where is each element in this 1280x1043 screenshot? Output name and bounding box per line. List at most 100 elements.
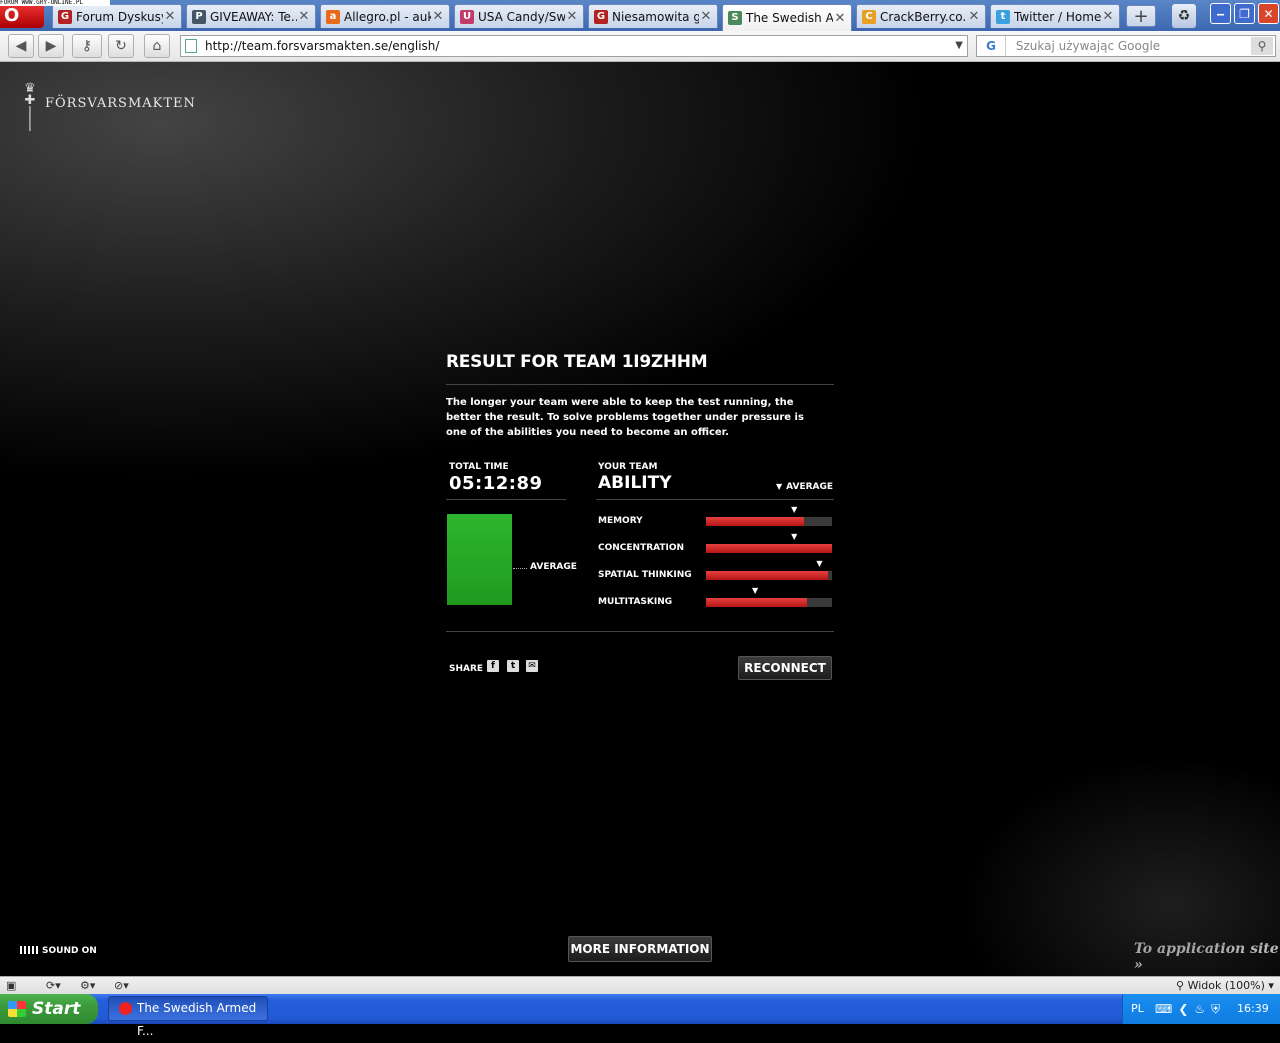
ability-label: SPATIAL THINKING bbox=[598, 570, 692, 580]
tab-list: GForum Dyskusy...✕PGIVEAWAY: Te...✕aAlle… bbox=[52, 4, 1124, 31]
mail-icon[interactable]: ✉ bbox=[526, 660, 538, 672]
zoom-label: Widok (100%) bbox=[1187, 979, 1265, 992]
clock: 16:39 bbox=[1237, 1002, 1269, 1015]
sound-toggle[interactable]: SOUND ON bbox=[20, 946, 97, 956]
taskbar: Start The Swedish Armed F... PL ⌨❮♨⛨ 16:… bbox=[0, 994, 1280, 1038]
tab-favicon-icon: U bbox=[460, 9, 474, 24]
opera-icon bbox=[119, 1002, 132, 1015]
forsvarsmakten-logo[interactable]: ♛ ✚ ❘ ❘ FÖRSVARSMAKTEN bbox=[20, 81, 200, 143]
chevron-down-icon[interactable]: ▼ bbox=[955, 36, 963, 56]
tab-7[interactable]: t Twitter / Home ✕ bbox=[990, 4, 1120, 28]
restore-button[interactable]: ❐ bbox=[1234, 3, 1255, 24]
tab-3[interactable]: U USA Candy/Sw...✕ bbox=[454, 4, 584, 28]
close-tab-icon[interactable]: ✕ bbox=[1101, 9, 1115, 24]
reconnect-button[interactable]: RECONNECT bbox=[738, 656, 832, 680]
ability-label: CONCENTRATION bbox=[598, 543, 685, 553]
crest-icon: ♛ ✚ ❘ ❘ bbox=[24, 81, 36, 132]
sync-icon[interactable]: ⟳▾ bbox=[46, 978, 61, 993]
tab-title: Twitter / Home bbox=[1014, 9, 1101, 24]
sound-label: SOUND ON bbox=[42, 946, 97, 956]
key-icon[interactable]: ⚷ bbox=[72, 34, 102, 58]
status-bar: ▣ ⟳▾ ⚙▾ ⊘▾ ⚲ Widok (100%) ▾ bbox=[0, 976, 1280, 995]
sound-icon bbox=[20, 946, 38, 954]
tab-favicon-icon: t bbox=[996, 9, 1010, 24]
result-description: The longer your team were able to keep t… bbox=[446, 397, 804, 438]
google-icon[interactable]: G bbox=[977, 36, 1006, 56]
close-tab-icon[interactable]: ✕ bbox=[967, 9, 981, 24]
share-label: SHARE bbox=[449, 664, 484, 674]
more-information-button[interactable]: MORE INFORMATION bbox=[568, 936, 712, 962]
facebook-icon[interactable]: f bbox=[487, 660, 499, 672]
ability-bar-fill bbox=[706, 571, 829, 580]
close-tab-icon[interactable]: ✕ bbox=[297, 9, 311, 24]
tab-strip: O GForum Dyskusy...✕PGIVEAWAY: Te...✕aAl… bbox=[0, 0, 1280, 31]
tab-0[interactable]: G Forum Dyskusy...✕ bbox=[52, 4, 182, 28]
average-label: AVERAGE bbox=[530, 562, 577, 572]
total-time-value: 05:12:89 bbox=[449, 473, 543, 494]
search-field[interactable]: G Szukaj używając Google ⚲ bbox=[976, 35, 1276, 57]
ability-bar-fill bbox=[706, 598, 807, 607]
minimize-button[interactable]: ‒ bbox=[1210, 3, 1231, 24]
address-url: http://team.forsvarsmakten.se/english/ bbox=[205, 39, 440, 53]
top-status-text: FORUM WWW.GRY-ONLINE.PL bbox=[0, 0, 110, 6]
trash-icon[interactable]: ♻ bbox=[1172, 4, 1196, 28]
ability-row: SPATIAL THINKING ▼ bbox=[598, 559, 834, 581]
average-marker-icon: ▼ bbox=[752, 586, 759, 595]
tab-5[interactable]: S The Swedish A...✕ bbox=[722, 4, 852, 31]
tray-icons[interactable]: ⌨❮♨⛨ bbox=[1155, 1002, 1226, 1017]
search-icon[interactable]: ⚲ bbox=[1251, 37, 1273, 55]
divider bbox=[596, 499, 834, 500]
close-tab-icon[interactable]: ✕ bbox=[699, 9, 713, 24]
ability-bar-fill bbox=[706, 517, 805, 526]
close-tab-icon[interactable]: ✕ bbox=[833, 11, 847, 26]
reload-button[interactable]: ↻ bbox=[108, 34, 134, 58]
start-button[interactable]: Start bbox=[0, 994, 98, 1024]
logo-text: FÖRSVARSMAKTEN bbox=[45, 96, 196, 111]
opera-menu-button[interactable]: O bbox=[0, 4, 44, 28]
navigation-bar: ◀ ▶ ⚷ ↻ ⌂ http://team.forsvarsmakten.se/… bbox=[0, 31, 1280, 62]
taskbar-item-opera[interactable]: The Swedish Armed F... bbox=[108, 996, 268, 1038]
tab-title: GIVEAWAY: Te... bbox=[210, 9, 297, 24]
home-button[interactable]: ⌂ bbox=[144, 34, 170, 58]
forward-button[interactable]: ▶ bbox=[38, 34, 64, 58]
tab-1[interactable]: P GIVEAWAY: Te... ✕ bbox=[186, 4, 316, 28]
average-marker-line bbox=[513, 568, 527, 569]
total-time-bar bbox=[447, 514, 512, 605]
tab-favicon-icon: C bbox=[862, 9, 876, 24]
new-tab-button[interactable]: + bbox=[1126, 5, 1156, 27]
windows-flag-icon bbox=[8, 1001, 26, 1017]
zoom-indicator[interactable]: ⚲ Widok (100%) ▾ bbox=[1176, 978, 1274, 993]
tab-favicon-icon: a bbox=[326, 9, 340, 24]
tab-title: USA Candy/Sw... bbox=[478, 9, 565, 24]
average-legend: ▼ AVERAGE bbox=[776, 482, 833, 492]
tab-4[interactable]: G Niesamowita gr...✕ bbox=[588, 4, 718, 28]
tab-favicon-icon: P bbox=[192, 9, 206, 24]
ability-heading: ABILITY bbox=[598, 473, 672, 493]
tab-2[interactable]: a Allegro.pl - auk...✕ bbox=[320, 4, 450, 28]
application-site-link[interactable]: To application site » bbox=[1134, 941, 1280, 973]
tab-title: Niesamowita gr... bbox=[612, 9, 699, 24]
close-window-button[interactable]: ✕ bbox=[1258, 3, 1279, 24]
divider bbox=[446, 631, 834, 632]
tab-6[interactable]: C CrackBerry.co... ✕ bbox=[856, 4, 986, 28]
panel-toggle-icon[interactable]: ▣ bbox=[6, 978, 16, 993]
search-placeholder: Szukaj używając Google bbox=[1015, 39, 1161, 53]
tab-favicon-icon: S bbox=[728, 11, 742, 25]
close-tab-icon[interactable]: ✕ bbox=[163, 9, 177, 24]
twitter-icon[interactable]: t bbox=[507, 660, 519, 672]
ability-bar-track: ▼ bbox=[706, 505, 832, 526]
network-icon[interactable]: ⚙▾ bbox=[80, 978, 95, 993]
language-indicator[interactable]: PL bbox=[1131, 1002, 1144, 1015]
close-tab-icon[interactable]: ✕ bbox=[431, 9, 445, 24]
tab-title: CrackBerry.co... bbox=[880, 9, 967, 24]
tab-title: Forum Dyskusy... bbox=[76, 9, 163, 24]
settings-icon[interactable]: ⊘▾ bbox=[114, 978, 129, 993]
ability-bar-fill bbox=[706, 544, 832, 553]
zoom-icon: ⚲ bbox=[1176, 979, 1188, 992]
address-bar[interactable]: http://team.forsvarsmakten.se/english/ ▼ bbox=[180, 35, 968, 57]
ability-row: MULTITASKING ▼ bbox=[598, 586, 834, 608]
back-button[interactable]: ◀ bbox=[8, 34, 34, 58]
average-legend-label: AVERAGE bbox=[786, 482, 834, 492]
close-tab-icon[interactable]: ✕ bbox=[565, 9, 579, 24]
tab-favicon-icon: G bbox=[58, 9, 72, 24]
